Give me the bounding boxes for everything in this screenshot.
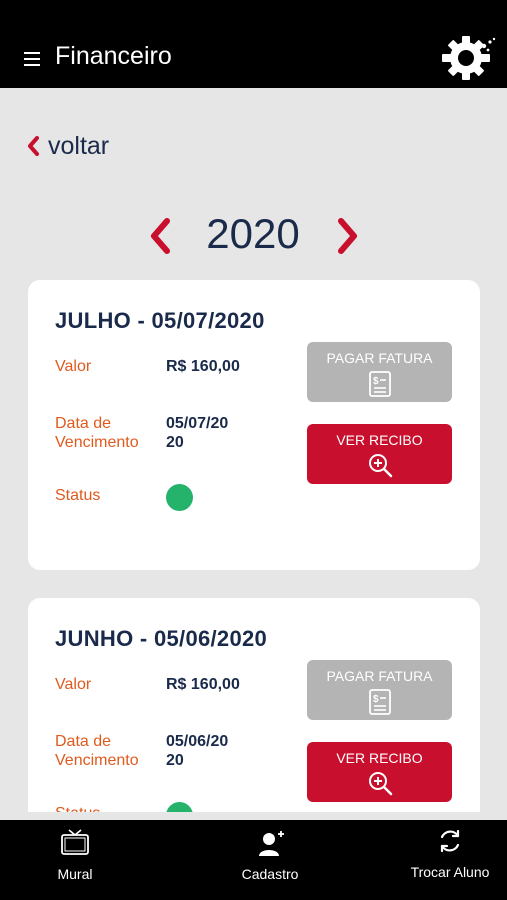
tab-cadastro[interactable]: Cadastro: [225, 820, 315, 900]
view-receipt-label: VER RECIBO: [336, 432, 423, 448]
back-label: voltar: [48, 131, 110, 160]
due-date-line2: 20: [166, 752, 184, 769]
refresh-icon: [440, 829, 460, 853]
pay-invoice-label: PAGAR FATURA: [326, 668, 433, 684]
back-link[interactable]: voltar: [26, 130, 109, 162]
hamburger-menu-icon[interactable]: [24, 52, 40, 66]
svg-text:$: $: [373, 694, 379, 705]
value-label: Valor: [55, 358, 92, 375]
view-receipt-button[interactable]: VER RECIBO: [307, 742, 452, 802]
due-date-line2: 20: [166, 434, 184, 451]
tab-cadastro-label: Cadastro: [241, 866, 299, 882]
invoice-title: JULHO - 05/07/2020: [55, 308, 265, 333]
invoice-value: R$ 160,00: [166, 676, 240, 693]
tab-trocar-aluno-label: Trocar Aluno: [410, 864, 490, 880]
due-date-label-line1: Data de: [55, 415, 112, 432]
invoice-list[interactable]: JULHO - 05/07/2020 Valor R$ 160,00 Data …: [0, 270, 507, 812]
status-label: Status: [55, 487, 101, 504]
zoom-in-icon: [368, 772, 392, 796]
pay-invoice-label: PAGAR FATURA: [326, 350, 433, 366]
status-paid-indicator: [166, 484, 193, 511]
previous-year-icon[interactable]: [148, 216, 172, 256]
due-date-label-line2: Vencimento: [55, 434, 139, 451]
invoice-card: JULHO - 05/07/2020 Valor R$ 160,00 Data …: [28, 280, 480, 570]
tab-mural-label: Mural: [57, 866, 93, 882]
due-date-line1: 05/07/20: [166, 415, 229, 432]
next-year-icon[interactable]: [336, 216, 360, 256]
invoice-icon: $: [368, 689, 391, 715]
gear-icon[interactable]: [440, 34, 496, 82]
pay-invoice-button[interactable]: PAGAR FATURA $: [307, 660, 452, 720]
year-selector: 2020: [0, 208, 507, 264]
due-date-label-line1: Data de: [55, 733, 112, 750]
chevron-left-icon: [28, 136, 39, 156]
invoice-icon: $: [368, 371, 391, 397]
pay-invoice-button[interactable]: PAGAR FATURA $: [307, 342, 452, 402]
tab-mural[interactable]: Mural: [40, 820, 110, 900]
tv-icon: [61, 829, 89, 855]
invoice-value: R$ 160,00: [166, 358, 240, 375]
top-app-bar: Financeiro: [0, 0, 507, 88]
zoom-in-icon: [368, 454, 392, 478]
svg-text:$: $: [373, 376, 379, 387]
due-date-line1: 05/06/20: [166, 733, 229, 750]
add-user-icon: [259, 831, 284, 856]
invoice-card: JUNHO - 05/06/2020 Valor R$ 160,00 Data …: [28, 598, 480, 812]
tab-trocar-aluno[interactable]: Trocar Aluno: [400, 820, 500, 900]
due-date-label-line2: Vencimento: [55, 752, 139, 769]
bottom-nav: Mural Cadastro Trocar Aluno: [0, 820, 507, 900]
invoice-title: JUNHO - 05/06/2020: [55, 626, 268, 651]
status-paid-indicator: [166, 802, 193, 812]
status-label: Status: [55, 804, 100, 812]
view-receipt-label: VER RECIBO: [336, 750, 423, 766]
year-label: 2020: [206, 210, 300, 257]
value-label: Valor: [55, 676, 92, 693]
page-title: Financeiro: [55, 42, 172, 70]
view-receipt-button[interactable]: VER RECIBO: [307, 424, 452, 484]
